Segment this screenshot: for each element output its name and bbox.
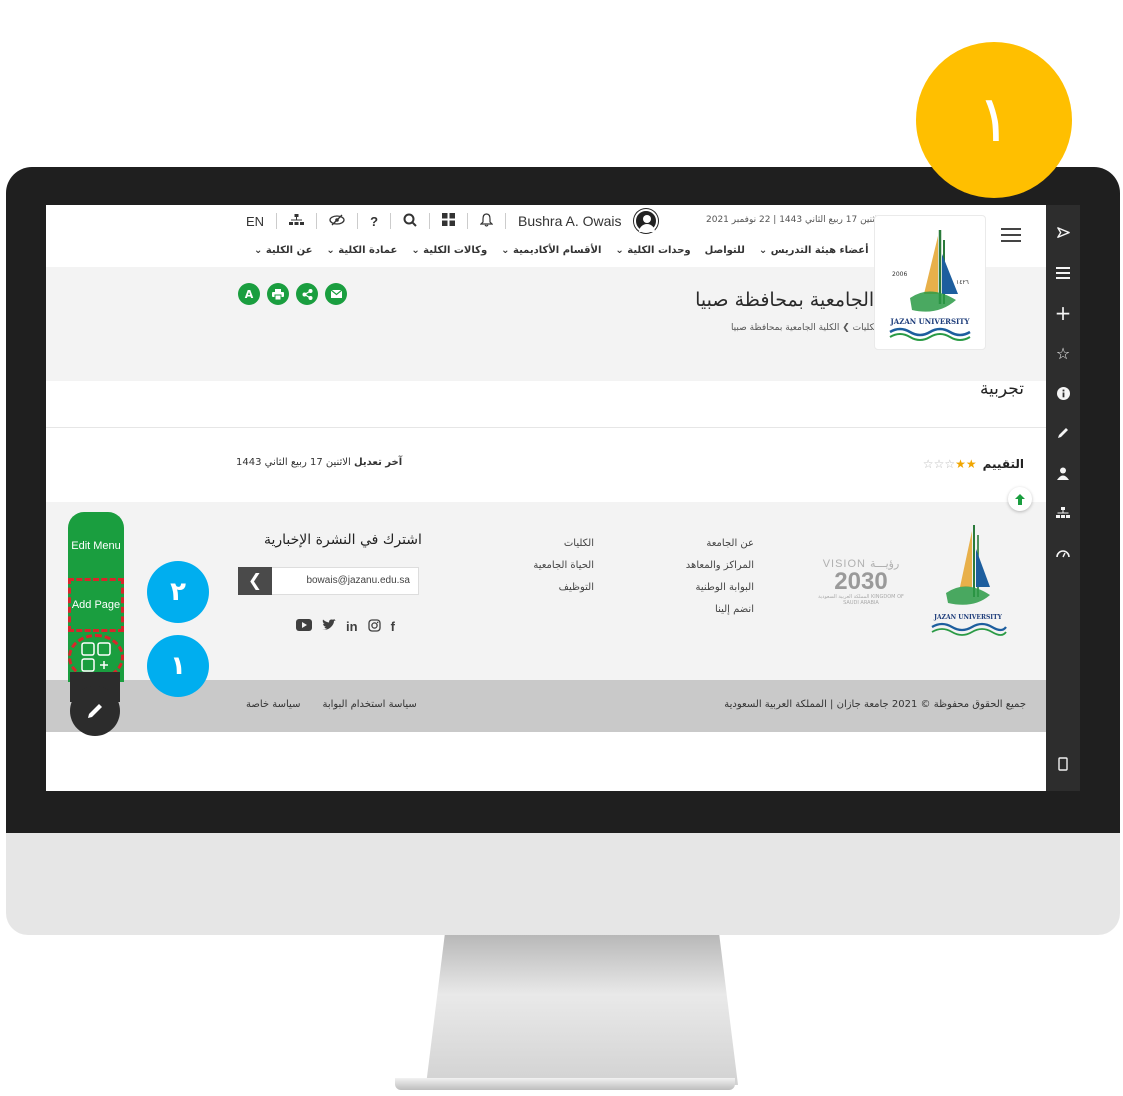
policy-link-privacy[interactable]: سياسة خاصة bbox=[246, 699, 300, 710]
share-icon[interactable] bbox=[296, 283, 318, 305]
menu-icon[interactable] bbox=[1046, 253, 1080, 293]
sitemap-icon[interactable] bbox=[289, 213, 305, 229]
edit-menu-button[interactable]: Edit Menu bbox=[68, 538, 124, 554]
nav-item-deanship[interactable]: عمادة الكلية ⌄ bbox=[326, 245, 397, 256]
star-empty-icon[interactable]: ☆ bbox=[944, 457, 955, 471]
rating-stars[interactable]: ★★☆☆☆ bbox=[923, 457, 977, 471]
divider bbox=[429, 213, 431, 229]
university-logo[interactable]: 2006 ١٤٢٦ JAZAN UNIVERSITY bbox=[874, 215, 986, 350]
footer-university-logo: JAZAN UNIVERSITY bbox=[928, 523, 1008, 643]
monitor-chin bbox=[6, 833, 1120, 935]
copyright-text: جميع الحقوق محفوظة © 2021 جامعة جازان | … bbox=[724, 699, 1026, 710]
vision-year: 2030 bbox=[834, 568, 888, 595]
info-icon[interactable] bbox=[1046, 373, 1080, 413]
newsletter-send-button[interactable]: ❮ bbox=[238, 567, 272, 595]
step-badge-1: ١ bbox=[916, 42, 1072, 198]
hamburger-menu-icon[interactable] bbox=[1001, 223, 1021, 248]
footer-link[interactable]: المراكز والمعاهد bbox=[686, 555, 754, 577]
main-nav: عن الكلية ⌄ عمادة الكلية ⌄ وكالات الكلية… bbox=[254, 245, 869, 256]
print-icon[interactable] bbox=[267, 283, 289, 305]
help-icon[interactable]: ? bbox=[370, 214, 378, 229]
footer-col-colleges: الكليات الحياة الجامعية التوظيف bbox=[533, 533, 594, 599]
edit-pencil-icon[interactable] bbox=[70, 686, 120, 736]
rating: التقييم ★★☆☆☆ bbox=[923, 457, 1024, 471]
vision-2030-logo: VISION رؤيـــة 2030 المملكة العربية السع… bbox=[816, 557, 906, 606]
mail-icon[interactable] bbox=[325, 283, 347, 305]
facebook-icon[interactable]: f bbox=[391, 619, 395, 635]
step-badge-2: ٢ bbox=[147, 561, 209, 623]
divider bbox=[390, 213, 392, 229]
users-icon[interactable] bbox=[1046, 453, 1080, 493]
star-empty-icon[interactable]: ☆ bbox=[934, 457, 945, 471]
youtube-icon[interactable] bbox=[296, 619, 312, 635]
footer-col-university: عن الجامعة المراكز والمعاهد البوابة الوط… bbox=[686, 533, 754, 621]
language-switch[interactable]: EN bbox=[246, 214, 264, 229]
bell-icon[interactable] bbox=[479, 212, 494, 230]
nav-item-departments[interactable]: الأقسام الأكاديمية ⌄ bbox=[501, 245, 601, 256]
nav-item-contact[interactable]: للتواصل bbox=[705, 245, 745, 256]
browser-screen: EN ? Bushra A. Owais الاثنين 17 ربيع الث… bbox=[46, 205, 1046, 791]
nav-item-units[interactable]: وحدات الكلية ⌄ bbox=[615, 245, 690, 256]
font-size-button[interactable]: A bbox=[238, 283, 260, 305]
send-icon[interactable] bbox=[1046, 213, 1080, 253]
footer-logo-wordmark: JAZAN UNIVERSITY bbox=[933, 614, 1002, 621]
scroll-top-icon[interactable] bbox=[1008, 487, 1032, 511]
divider bbox=[46, 427, 1046, 428]
nav-item-faculty[interactable]: أعضاء هيئة التدريس ⌄ bbox=[759, 245, 869, 256]
star-filled-icon[interactable]: ★ bbox=[966, 457, 977, 471]
nav-item-about[interactable]: عن الكلية ⌄ bbox=[254, 245, 312, 256]
add-page-button[interactable]: Add Page bbox=[68, 578, 124, 632]
instagram-icon[interactable] bbox=[367, 619, 381, 635]
newsletter-title: اشترك في النشرة الإخبارية bbox=[264, 532, 422, 548]
footer-link[interactable]: عن الجامعة bbox=[686, 533, 754, 555]
footer-link[interactable]: الكليات bbox=[533, 533, 594, 555]
last-modified: آخر تعديل الاثنين 17 ربيع الثاني 1443 bbox=[236, 457, 402, 468]
footer-link[interactable]: الحياة الجامعية bbox=[533, 555, 594, 577]
logo-year-right: ١٤٢٦ bbox=[956, 279, 969, 286]
plus-icon[interactable]: + bbox=[1046, 293, 1080, 333]
star-empty-icon[interactable]: ☆ bbox=[923, 457, 934, 471]
star-icon[interactable]: ☆ bbox=[1046, 333, 1080, 373]
newsletter-email-field[interactable]: bowais@jazanu.edu.sa bbox=[271, 567, 419, 595]
divider bbox=[357, 213, 359, 229]
footer-link[interactable]: البوابة الوطنية bbox=[686, 577, 754, 599]
sitemap-icon[interactable] bbox=[1046, 493, 1080, 533]
footer-link[interactable]: التوظيف bbox=[533, 577, 594, 599]
social-links: in f bbox=[296, 619, 395, 635]
policy-links: سياسة استخدام البوابة سياسة خاصة bbox=[246, 699, 417, 710]
page-actions: A bbox=[238, 283, 347, 305]
monitor-stand bbox=[426, 935, 738, 1085]
content-heading: تجربية bbox=[979, 379, 1024, 399]
divider bbox=[467, 213, 469, 229]
admin-side-rail: + ☆ bbox=[1046, 205, 1080, 791]
logo-wordmark: JAZAN UNIVERSITY bbox=[889, 317, 970, 326]
twitter-icon[interactable] bbox=[322, 619, 336, 635]
eye-slash-icon[interactable] bbox=[329, 214, 345, 229]
step-badge-1-small: ١ bbox=[147, 635, 209, 697]
avatar[interactable] bbox=[633, 209, 658, 233]
search-icon[interactable] bbox=[403, 213, 417, 230]
modified-date: الاثنين 17 ربيع الثاني 1443 bbox=[236, 457, 351, 468]
divider bbox=[316, 213, 318, 229]
monitor-stand-base bbox=[395, 1078, 735, 1090]
divider bbox=[276, 213, 278, 229]
pencil-icon[interactable] bbox=[1046, 413, 1080, 453]
apps-icon[interactable] bbox=[442, 213, 456, 229]
header-date: الاثنين 17 ربيع الثاني 1443 | 22 نوفمبر … bbox=[706, 215, 883, 225]
page-editor-panel: Edit Menu Add Page bbox=[68, 512, 124, 752]
nav-item-agencies[interactable]: وكالات الكلية ⌄ bbox=[411, 245, 487, 256]
footer-link[interactable]: انضم إلينا bbox=[686, 599, 754, 621]
rating-label: التقييم bbox=[982, 457, 1024, 471]
star-filled-icon[interactable]: ★ bbox=[955, 457, 966, 471]
modified-label: آخر تعديل bbox=[353, 457, 403, 468]
mobile-view-icon[interactable] bbox=[1046, 757, 1080, 771]
logo-year-left: 2006 bbox=[892, 271, 907, 278]
divider bbox=[505, 213, 507, 229]
top-toolbar: EN ? Bushra A. Owais bbox=[246, 209, 658, 233]
gauge-icon[interactable] bbox=[1046, 533, 1080, 573]
user-name[interactable]: Bushra A. Owais bbox=[518, 213, 622, 229]
linkedin-icon[interactable]: in bbox=[346, 619, 358, 635]
policy-link-usage[interactable]: سياسة استخدام البوابة bbox=[322, 699, 416, 710]
vision-subtitle: المملكة العربية السعودية KINGDOM OF SAUD… bbox=[818, 594, 904, 606]
